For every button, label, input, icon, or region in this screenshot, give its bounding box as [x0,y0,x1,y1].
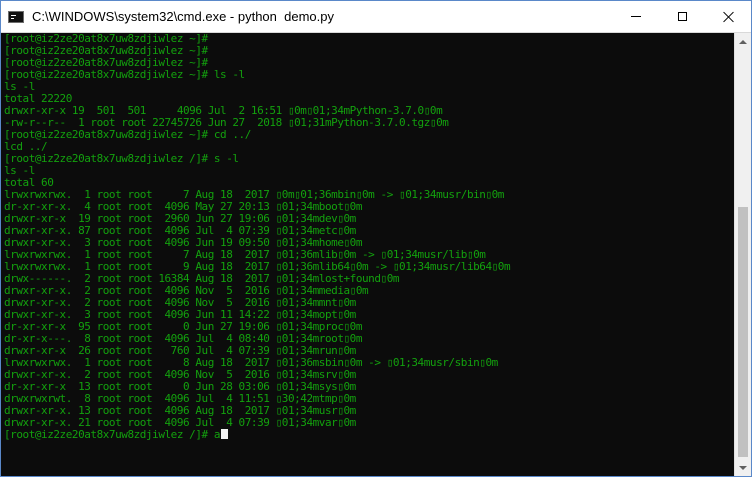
maximize-button[interactable] [659,1,705,32]
minimize-icon [631,16,641,17]
close-button[interactable] [705,1,751,32]
console-line: dr-xr-xr-x. 4 root root 4096 May 27 20:1… [4,201,363,213]
scroll-thumb[interactable] [738,207,748,457]
console-line: [root@iz2ze20at8x7uw8zdjiwlez ~]# [4,33,208,45]
vertical-scrollbar[interactable] [734,33,751,476]
prompt-line[interactable]: [root@iz2ze20at8x7uw8zdjiwlez /]# a [4,429,734,441]
console-line: total 60 [4,177,54,189]
console-line: [root@iz2ze20at8x7uw8zdjiwlez ~]# ls -l [4,69,245,81]
console-line: dr-xr-xr-x 13 root root 0 Jun 28 03:06 ▯… [4,381,356,393]
console-line: lrwxrwxrwx. 1 root root 9 Aug 18 2017 ▯0… [4,261,511,273]
console-line: drwxr-xr-x. 21 root root 4096 Jul 4 07:3… [4,417,356,429]
console-line: [root@iz2ze20at8x7uw8zdjiwlez ~]# cd ../ [4,129,251,141]
console-line: lrwxrwxrwx. 1 root root 7 Aug 18 2017 ▯0… [4,249,486,261]
text-cursor [221,429,229,439]
console-line: dr-xr-xr-x 95 root root 0 Jun 27 19:06 ▯… [4,321,363,333]
console-line: drwxr-xr-x 19 root root 2960 Jun 27 19:0… [4,213,356,225]
minimize-button[interactable] [613,1,659,32]
console-line: drwx------. 2 root root 16384 Aug 18 201… [4,273,400,285]
console-line: drwxr-xr-x. 2 root root 4096 Nov 5 2016 … [4,369,356,381]
chevron-down-icon [739,465,747,470]
console-line: drwxr-xr-x. 3 root root 4096 Jun 11 14:2… [4,309,356,321]
maximize-icon [677,12,687,21]
console-line: lcd ../ [4,141,48,153]
chevron-up-icon [739,39,747,44]
window-controls [613,1,751,32]
scroll-down-button[interactable] [735,459,751,476]
console-line: drwxr-xr-x. 87 root root 4096 Jul 4 07:3… [4,225,356,237]
close-icon [723,11,734,22]
console-line: drwxr-xr-x. 2 root root 4096 Nov 5 2016 … [4,285,369,297]
cmd-app-icon[interactable] [8,10,24,23]
console-line: lrwxrwxrwx. 1 root root 7 Aug 18 2017 ▯0… [4,189,504,201]
prompt-text: [root@iz2ze20at8x7uw8zdjiwlez /]# a [4,429,221,441]
console-line: drwxr-xr-x. 3 root root 4096 Jun 19 09:5… [4,237,363,249]
console-line: total 22220 [4,93,72,105]
console-line: drwxr-xr-x 26 root root 760 Jul 4 07:39 … [4,345,356,357]
title-bar[interactable]: C:\WINDOWS\system32\cmd.exe - python dem… [1,1,751,33]
console-line: drwxr-xr-x. 13 root root 4096 Aug 18 201… [4,405,356,417]
console-line: [root@iz2ze20at8x7uw8zdjiwlez /]# s -l [4,153,239,165]
console-line: dr-xr-x---. 8 root root 4096 Jul 4 08:40… [4,333,363,345]
window-title: C:\WINDOWS\system32\cmd.exe - python dem… [32,9,334,24]
console-line: lrwxrwxrwx. 1 root root 8 Aug 18 2017 ▯0… [4,357,498,369]
cmd-window: C:\WINDOWS\system32\cmd.exe - python dem… [0,0,752,477]
console-line: drwxrwxrwt. 8 root root 4096 Jul 4 11:51… [4,393,356,405]
console-line: [root@iz2ze20at8x7uw8zdjiwlez ~]# [4,57,208,69]
console-line: drwxr-xr-x. 2 root root 4096 Nov 5 2016 … [4,297,356,309]
console-line: drwxr-xr-x 19 501 501 4096 Jul 2 16:51 ▯… [4,105,443,117]
console-line: [root@iz2ze20at8x7uw8zdjiwlez ~]# [4,45,208,57]
scroll-up-button[interactable] [735,33,751,50]
console-line: ls -l [4,165,35,177]
console-line: ls -l [4,81,35,93]
console-line: -rw-r--r-- 1 root root 22745726 Jun 27 2… [4,117,449,129]
console-output[interactable]: [root@iz2ze20at8x7uw8zdjiwlez ~]# [root@… [1,33,734,476]
